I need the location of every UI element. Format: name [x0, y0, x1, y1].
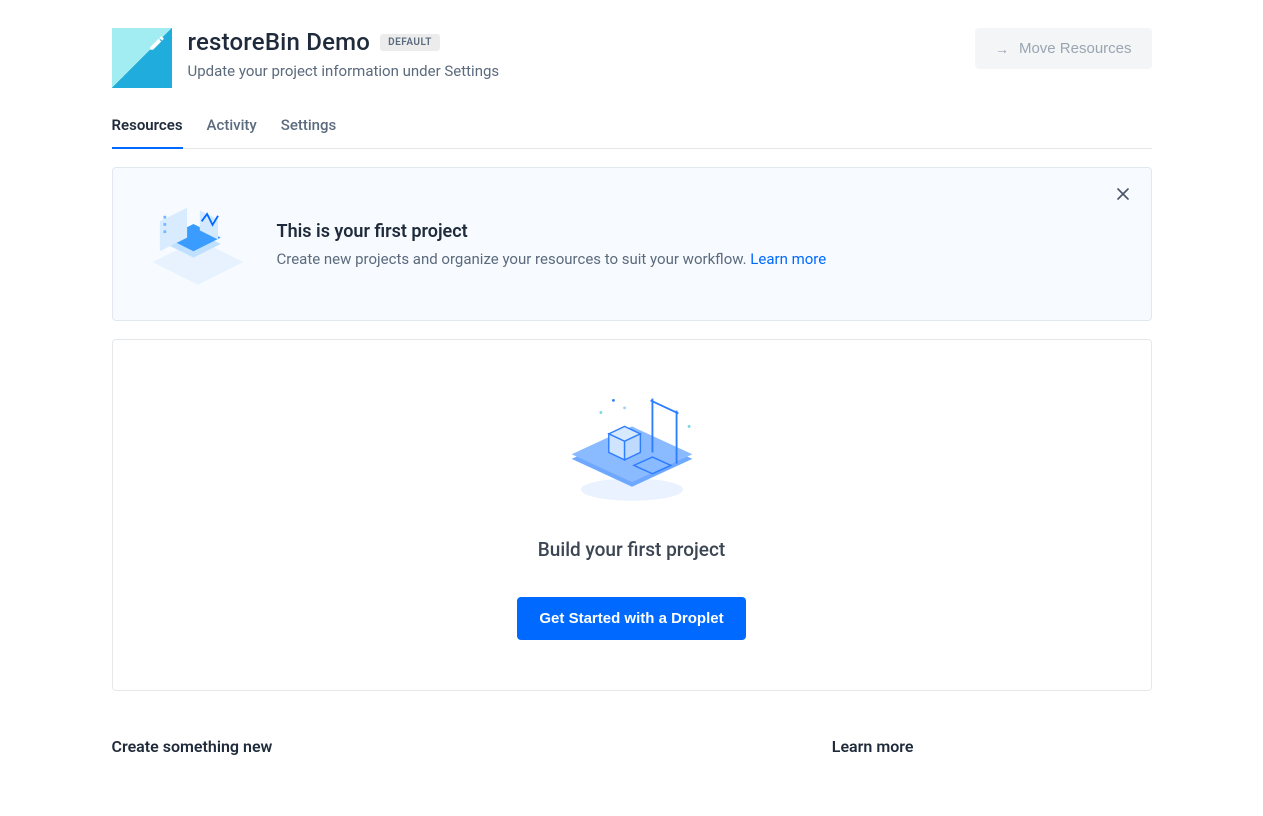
default-badge: DEFAULT [380, 34, 440, 51]
banner-title: This is your first project [277, 221, 827, 242]
first-project-banner: This is your first project Create new pr… [112, 167, 1152, 321]
move-resources-button[interactable]: → Move Resources [975, 28, 1152, 69]
move-resources-label: Move Resources [1019, 40, 1132, 57]
tab-settings[interactable]: Settings [281, 116, 337, 148]
tab-activity[interactable]: Activity [207, 116, 257, 148]
learn-more-heading: Learn more [832, 737, 914, 756]
project-header: restoreBin Demo DEFAULT Update your proj… [112, 28, 1152, 88]
banner-description: Create new projects and organize your re… [277, 250, 827, 268]
empty-state-card: Build your first project Get Started wit… [112, 339, 1152, 691]
banner-learn-more-link[interactable]: Learn more [750, 250, 826, 268]
arrow-right-icon: → [995, 41, 1009, 57]
project-tabs: Resources Activity Settings [112, 116, 1152, 149]
create-something-heading: Create something new [112, 737, 273, 756]
close-icon[interactable] [1113, 184, 1133, 204]
bottom-sections: Create something new Learn more [112, 737, 1152, 756]
project-title: restoreBin Demo [188, 28, 371, 56]
project-avatar[interactable] [112, 28, 172, 88]
tab-resources[interactable]: Resources [112, 116, 183, 148]
pencil-icon [148, 34, 166, 52]
get-started-button[interactable]: Get Started with a Droplet [517, 597, 745, 640]
banner-illustration [143, 194, 253, 294]
project-subtitle: Update your project information under Se… [188, 62, 500, 80]
empty-state-title: Build your first project [133, 538, 1131, 561]
empty-state-illustration [557, 380, 707, 510]
